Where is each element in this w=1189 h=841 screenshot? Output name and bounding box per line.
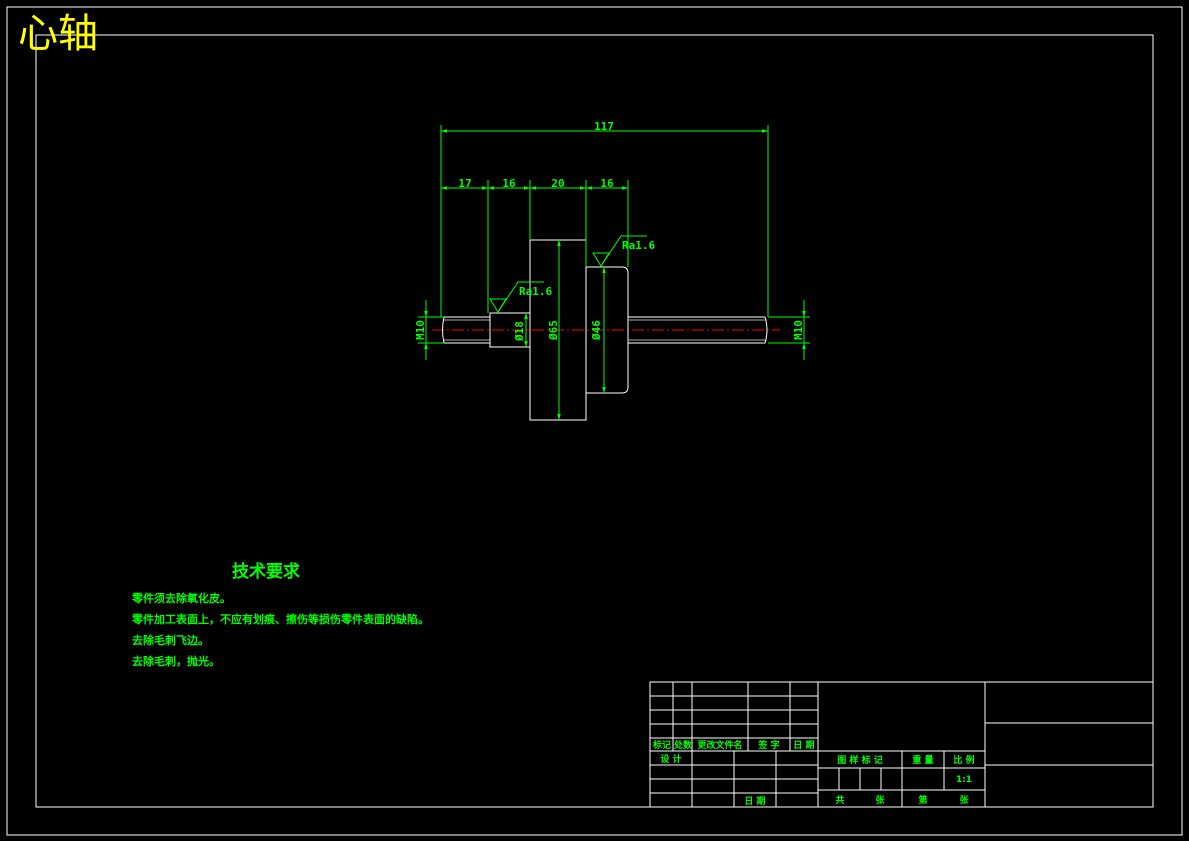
dim-seg1: 17 bbox=[458, 177, 471, 190]
tech-requirement-item: 零件加工表面上，不应有划痕、擦伤等损伤零件表面的缺陷。 bbox=[132, 613, 429, 626]
tb-sheet-unit2: 张 bbox=[959, 794, 969, 806]
tb-col-docno: 更改文件名 bbox=[697, 739, 742, 751]
roughness-1: Ra1.6 bbox=[519, 285, 552, 298]
tech-requirement-item: 去除毛刺，抛光。 bbox=[132, 655, 220, 668]
tech-requirement-item: 去除毛刺飞边。 bbox=[132, 634, 209, 647]
dim-seg3: 20 bbox=[551, 177, 564, 190]
dim-seg4: 16 bbox=[600, 177, 614, 190]
tb-scale-label: 比 例 bbox=[953, 754, 974, 766]
dim-overall: 117 bbox=[594, 120, 614, 133]
dim-thread-left: M10 bbox=[414, 320, 427, 340]
drawing-sheet: 117 17 16 20 16 Ra1.6 Ra1.6 M10 M10 Ø18 … bbox=[6, 6, 1183, 836]
dim-dia-mid: Ø46 bbox=[590, 320, 603, 341]
tb-col-sign: 签 字 bbox=[757, 739, 779, 751]
tb-col-date: 日 期 bbox=[793, 739, 814, 751]
tb-col-mark: 标记 bbox=[652, 739, 671, 751]
tb-sheet-unit: 张 bbox=[875, 794, 885, 806]
dim-dia-large: Ø65 bbox=[547, 320, 560, 341]
tech-requirement-item: 零件须去除氧化皮。 bbox=[132, 592, 231, 605]
tb-sheet-no: 第 bbox=[918, 794, 927, 806]
tb-sheet-total: 共 bbox=[835, 794, 844, 806]
tech-requirements-heading: 技术要求 bbox=[232, 562, 300, 582]
dim-seg2: 16 bbox=[502, 177, 516, 190]
dim-thread-right: M10 bbox=[792, 320, 805, 340]
tb-stage-mark: 图 样 标 记 bbox=[837, 754, 882, 766]
tb-col-count: 处数 bbox=[673, 739, 693, 751]
tb-weight: 重 量 bbox=[912, 754, 933, 766]
dimension-lines bbox=[418, 125, 810, 420]
dim-dia-small: Ø18 bbox=[513, 321, 526, 342]
roughness-2: Ra1.6 bbox=[622, 239, 655, 252]
tb-scale-value: 1:1 bbox=[956, 775, 972, 785]
drawing-title: 心轴 bbox=[18, 11, 98, 57]
tb-date2: 日 期 bbox=[744, 795, 765, 807]
tb-designer: 设 计 bbox=[660, 753, 681, 765]
